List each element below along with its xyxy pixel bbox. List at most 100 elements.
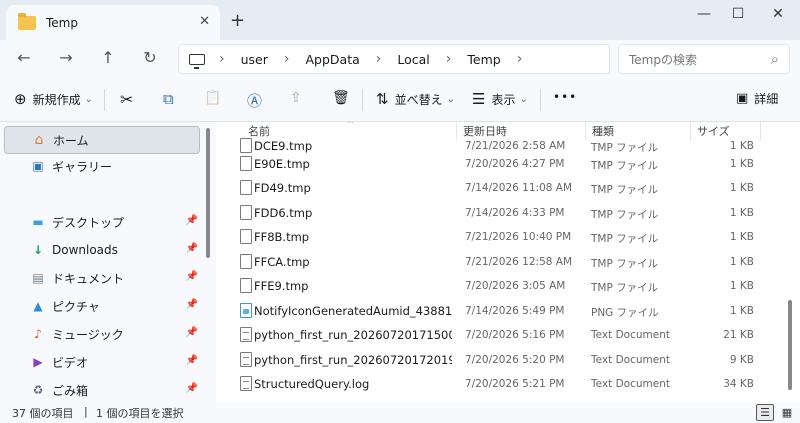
cut-button[interactable]: ✂ <box>120 90 133 109</box>
file-icon <box>240 138 252 153</box>
refresh-button[interactable]: ↻ <box>138 48 162 67</box>
address-bar[interactable]: › user › AppData › Local › Temp › <box>178 44 610 74</box>
sidebar-item-documents[interactable]: ▤ ドキュメント 📌 <box>4 264 200 292</box>
file-row[interactable]: E90E.tmp 7/20/2026 4:27 PM TMP ファイル 1 KB <box>216 152 776 176</box>
file-row[interactable]: NotifyIconGeneratedAumid_43881293621... 7… <box>216 299 776 323</box>
details-pane-button[interactable]: ▣ 詳細 <box>736 90 778 107</box>
file-size: 1 KB <box>729 256 754 268</box>
text-file-icon <box>240 352 252 367</box>
video-icon: ▶ <box>33 355 43 369</box>
document-icon: ▤ <box>32 271 44 285</box>
new-button[interactable]: ⊕ 新規作成 ⌄ <box>14 90 93 108</box>
file-row[interactable]: FD49.tmp 7/14/2026 11:08 AM TMP ファイル 1 KB <box>216 176 776 200</box>
sidebar-item-pictures[interactable]: ▲ ピクチャ 📌 <box>4 292 200 320</box>
sidebar-item-gallery[interactable]: ▣ ギャラリー <box>4 152 200 180</box>
paste-button[interactable]: 📋 <box>204 90 221 106</box>
tiles-view-button[interactable]: ▦ <box>778 404 796 421</box>
sidebar-item-label: ギャラリー <box>52 159 113 174</box>
file-date: 7/14/2026 5:49 PM <box>465 305 565 317</box>
breadcrumb-temp[interactable]: Temp <box>467 52 500 67</box>
sidebar-item-videos[interactable]: ▶ ビデオ 📌 <box>4 348 200 376</box>
sidebar-item-label: デスクトップ <box>52 215 125 230</box>
pin-icon[interactable]: 📌 <box>186 271 198 282</box>
file-date: 7/20/2026 5:20 PM <box>465 354 565 366</box>
rename-button[interactable]: Ⓐ <box>247 90 262 111</box>
breadcrumb-appdata[interactable]: AppData <box>305 52 359 67</box>
pin-icon[interactable]: 📌 <box>186 215 198 226</box>
music-icon: ♪ <box>34 327 42 341</box>
status-bar: 37 個の項目 | 1 個の項目を選択 ☰ ▦ <box>0 402 800 423</box>
sidebar-item-music[interactable]: ♪ ミュージック 📌 <box>4 320 200 348</box>
file-row[interactable]: FFCA.tmp 7/21/2026 12:58 AM TMP ファイル 1 KB <box>216 250 776 274</box>
pin-icon[interactable]: 📌 <box>186 299 198 310</box>
item-count: 37 個の項目 <box>12 407 74 420</box>
sidebar-item-recycle-bin[interactable]: ♻ ごみ箱 📌 <box>4 376 200 404</box>
file-date: 7/20/2026 5:21 PM <box>465 378 565 390</box>
sort-button[interactable]: ⇅ 並べ替え ⌄ <box>376 90 455 108</box>
text-file-icon <box>240 376 252 391</box>
sidebar-item-desktop[interactable]: ▬ デスクトップ 📌 <box>4 208 200 236</box>
file-row[interactable]: python_first_run_20260720172019_7928.log… <box>216 348 776 372</box>
file-size: 34 KB <box>723 378 754 390</box>
tab-temp[interactable]: Temp ✕ <box>6 5 220 40</box>
title-bar: Temp ✕ + — ☐ ✕ <box>0 0 800 40</box>
file-type: PNG ファイル <box>591 307 659 319</box>
navigation-pane: ⌂ ホーム ▣ ギャラリー ▬ デスクトップ 📌 ↓ Downloads 📌 ▤… <box>0 122 216 402</box>
back-button[interactable]: ← <box>12 48 36 67</box>
file-size: 1 KB <box>729 140 754 152</box>
file-icon <box>240 278 252 293</box>
file-row[interactable]: FF8B.tmp 7/21/2026 10:40 PM TMP ファイル 1 KB <box>216 225 776 249</box>
chevron-icon[interactable]: › <box>446 51 452 67</box>
file-list-scrollbar[interactable] <box>788 300 792 390</box>
sidebar-item-downloads[interactable]: ↓ Downloads 📌 <box>4 236 200 264</box>
view-icon: ☰ <box>472 90 486 108</box>
sidebar-item-label: ビデオ <box>52 355 89 370</box>
delete-button[interactable]: 🗑 <box>332 90 350 106</box>
file-date: 7/14/2026 11:08 AM <box>465 182 573 194</box>
breadcrumb-local[interactable]: Local <box>397 52 429 67</box>
chevron-icon[interactable]: › <box>284 51 290 67</box>
search-input[interactable]: Tempの検索 ⌕ <box>618 44 790 74</box>
share-button[interactable]: ⇪ <box>290 90 302 106</box>
copy-button[interactable]: ⧉ <box>163 90 174 108</box>
new-label: 新規作成 <box>32 92 81 107</box>
file-row[interactable]: StructuredQuery.log 7/20/2026 5:21 PM Text… <box>216 372 776 396</box>
up-button[interactable]: ↑ <box>96 48 120 67</box>
search-placeholder: Tempの検索 <box>629 52 697 67</box>
file-type: TMP ファイル <box>591 209 659 221</box>
pictures-icon: ▲ <box>33 299 43 313</box>
chevron-icon[interactable]: › <box>517 51 523 67</box>
forward-button[interactable]: → <box>54 48 78 67</box>
sidebar-scrollbar[interactable] <box>206 128 210 258</box>
breadcrumb-user[interactable]: user <box>241 52 268 67</box>
this-pc-icon[interactable] <box>189 53 205 69</box>
file-type: TMP ファイル <box>591 184 659 196</box>
chevron-icon[interactable]: › <box>219 51 225 67</box>
file-row[interactable]: FFE9.tmp 7/20/2026 3:05 AM TMP ファイル 1 KB <box>216 274 776 298</box>
file-icon <box>240 180 252 195</box>
pin-icon[interactable]: 📌 <box>186 355 198 366</box>
command-bar: ⊕ 新規作成 ⌄ ✂ ⧉ 📋 Ⓐ ⇪ 🗑 ⇅ 並べ替え ⌄ ☰ 表示 ⌄ •••… <box>0 78 800 122</box>
more-options-button[interactable]: ••• <box>553 90 577 104</box>
pin-icon[interactable]: 📌 <box>186 243 198 254</box>
file-row[interactable]: FDD6.tmp 7/14/2026 4:33 PM TMP ファイル 1 KB <box>216 201 776 225</box>
file-name: DCE9.tmp <box>254 139 313 153</box>
chevron-down-icon: ⌄ <box>519 93 528 105</box>
sidebar-item-home[interactable]: ⌂ ホーム <box>4 126 200 154</box>
folder-icon <box>18 12 36 30</box>
details-pane-icon: ▣ <box>736 91 749 106</box>
search-icon: ⌕ <box>770 50 779 68</box>
close-window-button[interactable]: ✕ <box>758 6 798 22</box>
close-tab-icon[interactable]: ✕ <box>199 14 210 29</box>
download-icon: ↓ <box>32 243 44 257</box>
maximize-button[interactable]: ☐ <box>718 6 758 22</box>
file-list: ⌃ 名前 更新日時 種類 サイズ DCE9.tmp 7/21/2026 2:58 … <box>216 122 800 402</box>
file-size: 1 KB <box>729 207 754 219</box>
pin-icon[interactable]: 📌 <box>186 383 198 394</box>
new-tab-button[interactable]: + <box>230 10 245 31</box>
details-view-button[interactable]: ☰ <box>756 404 774 421</box>
file-row[interactable]: python_first_run_20260720171500_772.log 7… <box>216 323 776 347</box>
view-button[interactable]: ☰ 表示 ⌄ <box>472 90 528 108</box>
pin-icon[interactable]: 📌 <box>186 327 198 338</box>
chevron-icon[interactable]: › <box>376 51 382 67</box>
